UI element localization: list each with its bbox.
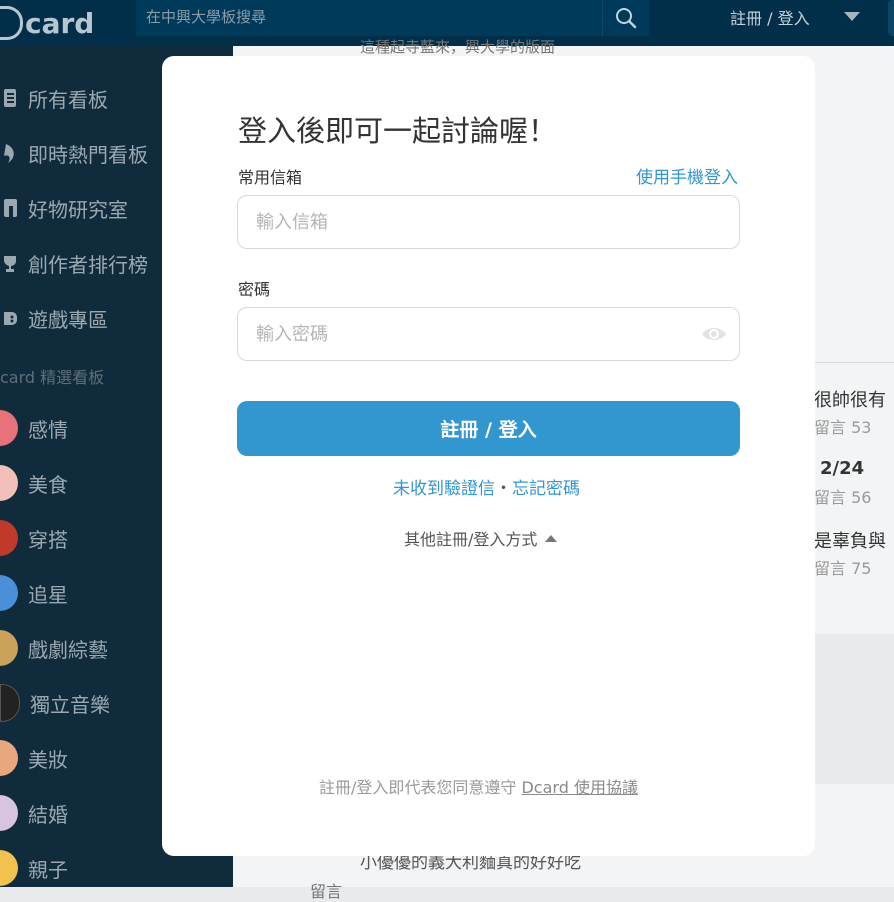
login-modal: 登入後即可一起討論喔！ 常用信箱 使用手機登入 密碼 註冊 / 登入 未收到驗證… xyxy=(162,56,815,856)
terms-prefix: 註冊/登入即代表您同意遵守 xyxy=(319,778,522,797)
resend-verification-link[interactable]: 未收到驗證信 xyxy=(393,479,495,499)
other-login-methods-label: 其他註冊/登入方式 xyxy=(404,530,538,549)
login-register-button[interactable]: 註冊 / 登入 xyxy=(237,401,740,456)
terms-notice: 註冊/登入即代表您同意遵守 Dcard 使用協議 xyxy=(319,774,638,798)
password-label: 密碼 xyxy=(238,280,271,299)
password-field-wrapper xyxy=(237,307,740,361)
account-help-links: 未收到驗證信・忘記密碼 xyxy=(393,474,580,499)
email-label: 常用信箱 xyxy=(238,168,303,187)
phone-login-link[interactable]: 使用手機登入 xyxy=(636,163,738,188)
eye-icon[interactable] xyxy=(701,325,727,343)
email-field-wrapper xyxy=(237,195,740,249)
modal-title: 登入後即可一起討論喔！ xyxy=(238,114,558,148)
email-field[interactable] xyxy=(238,196,698,248)
chevron-up-icon xyxy=(545,534,558,542)
password-field[interactable] xyxy=(238,308,698,360)
forgot-password-link[interactable]: 忘記密碼 xyxy=(512,479,580,499)
terms-link[interactable]: Dcard 使用協議 xyxy=(521,778,637,797)
other-login-methods-toggle[interactable]: 其他註冊/登入方式 xyxy=(404,526,558,550)
link-separator: ・ xyxy=(495,479,512,499)
